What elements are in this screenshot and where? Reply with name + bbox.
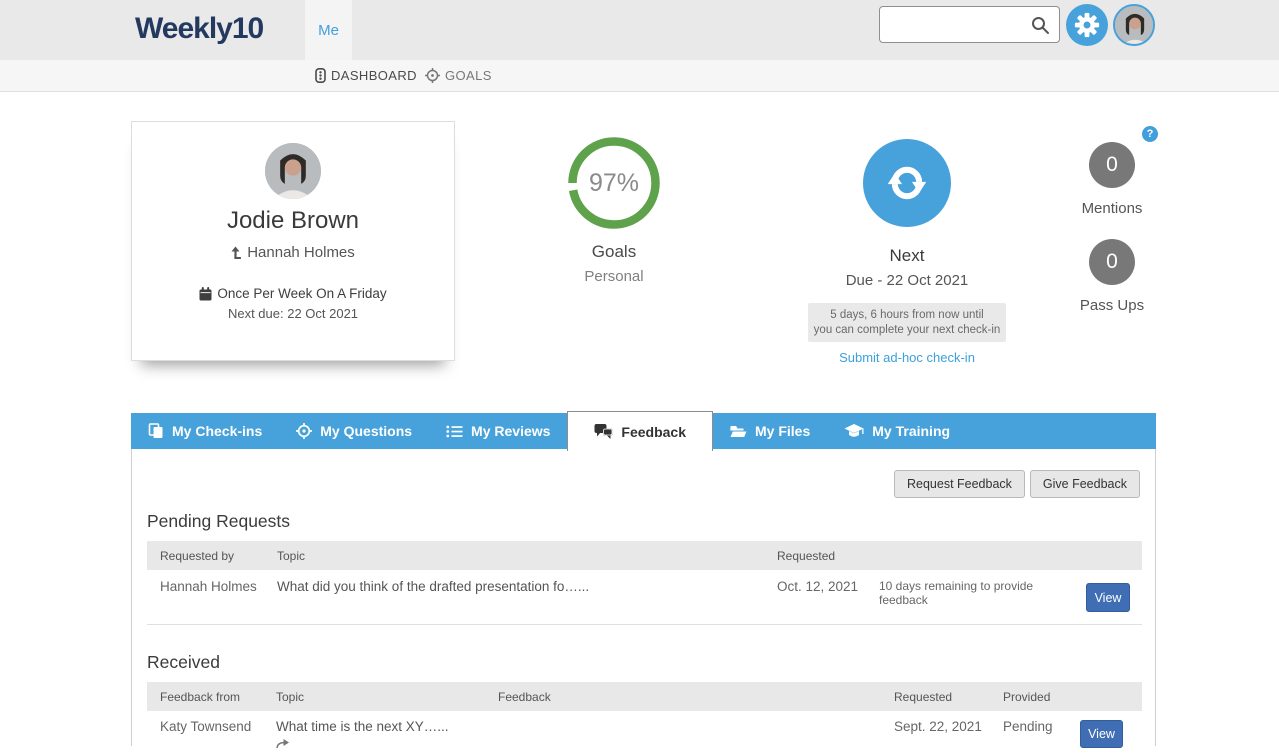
- nav-dashboard-tab[interactable]: DASHBOARD: [315, 60, 417, 91]
- view-button[interactable]: View: [1080, 720, 1123, 748]
- table-row: Hannah Holmes What did you think of the …: [147, 570, 1142, 625]
- passups-counter[interactable]: 0: [1089, 239, 1135, 285]
- tab-my-questions[interactable]: My Questions: [279, 413, 429, 449]
- weekly10-logo: Weekly10: [135, 12, 263, 46]
- help-icon: ?: [1147, 128, 1154, 140]
- tab-label: My Reviews: [471, 423, 550, 439]
- calendar-icon: [199, 287, 212, 301]
- profile-schedule-row: Once Per Week On A Friday: [199, 286, 386, 301]
- search-icon[interactable]: [1030, 15, 1050, 35]
- sync-icon: [885, 161, 929, 205]
- cell-provided-status: Pending: [990, 719, 1067, 753]
- questions-target-icon: [296, 423, 312, 439]
- col-provided: Provided: [990, 690, 1067, 704]
- cell-feedback: [485, 719, 881, 753]
- col-requested-by: Requested by: [147, 549, 264, 563]
- feedback-actions: Request Feedback Give Feedback: [894, 470, 1140, 498]
- secondary-nav: DASHBOARD GOALS ?: [0, 60, 1279, 92]
- training-gradcap-icon: [844, 423, 864, 439]
- col-topic: Topic: [264, 549, 764, 563]
- tab-label: My Questions: [320, 423, 412, 439]
- feedback-tabbar: My Check-ins My Questions My Reviews Fee…: [131, 413, 1156, 449]
- tab-my-checkins[interactable]: My Check-ins: [131, 413, 279, 449]
- next-checkin-button[interactable]: [863, 139, 951, 227]
- received-table-header: Feedback from Topic Feedback Requested P…: [147, 682, 1142, 711]
- global-search: [879, 6, 1060, 43]
- cell-remaining: 10 days remaining to provide feedback: [866, 579, 1074, 612]
- reviews-list-icon: [446, 424, 463, 439]
- manager-name: Hannah Holmes: [247, 244, 355, 261]
- pending-requests-title: Pending Requests: [147, 511, 290, 532]
- goals-percent: 97%: [566, 135, 662, 231]
- search-input[interactable]: [888, 9, 1028, 40]
- nav-goals-tab[interactable]: GOALS: [425, 60, 492, 91]
- user-avatar[interactable]: [1113, 4, 1155, 46]
- notice-line-2: you can complete your next check-in: [808, 323, 1006, 338]
- tab-label: Feedback: [621, 424, 686, 440]
- submit-adhoc-link[interactable]: Submit ad-hoc check-in: [807, 350, 1007, 365]
- tab-label: My Check-ins: [172, 423, 262, 439]
- goals-label: GOALS: [445, 68, 492, 83]
- level-up-icon: [231, 246, 242, 260]
- received-title: Received: [147, 652, 220, 673]
- goals-target-icon: [425, 68, 440, 83]
- next-title: Next: [837, 246, 977, 266]
- col-feedback: Feedback: [485, 690, 881, 704]
- dashboard-label: DASHBOARD: [331, 68, 417, 83]
- feedback-panel: Request Feedback Give Feedback Pending R…: [131, 449, 1156, 746]
- profile-avatar: [265, 143, 321, 199]
- passups-count: 0: [1106, 250, 1118, 274]
- dashboard-icon: [315, 68, 326, 83]
- tab-my-files[interactable]: My Files: [713, 413, 827, 449]
- passups-label: Pass Ups: [1042, 297, 1182, 314]
- topic-text: What time is the next XY…...: [276, 719, 449, 734]
- profile-next-due: Next due: 22 Oct 2021: [228, 306, 358, 321]
- feedback-chat-icon: [594, 423, 613, 440]
- view-button[interactable]: View: [1086, 583, 1130, 612]
- next-due-date: Due - 22 Oct 2021: [807, 272, 1007, 289]
- pending-table-header: Requested by Topic Requested: [147, 541, 1142, 570]
- goals-subtitle[interactable]: Personal: [544, 268, 684, 285]
- nav-me-tab[interactable]: Me: [305, 0, 352, 60]
- cell-topic: What time is the next XY…...: [263, 719, 485, 753]
- checkins-icon: [148, 423, 164, 439]
- settings-button[interactable]: [1066, 4, 1108, 46]
- table-row: Katy Townsend What time is the next XY….…: [147, 711, 1142, 753]
- help-button[interactable]: ?: [1142, 126, 1158, 142]
- top-header: Weekly10 Me: [0, 0, 1279, 60]
- next-notice-box: 5 days, 6 hours from now until you can c…: [808, 303, 1006, 342]
- me-tab-label: Me: [318, 22, 339, 39]
- cell-feedback-from: Katy Townsend: [147, 719, 263, 753]
- col-requested: Requested: [881, 690, 990, 704]
- col-topic: Topic: [263, 690, 485, 704]
- pending-requests-table: Requested by Topic Requested Hannah Holm…: [147, 541, 1142, 625]
- avatar-photo: [1115, 6, 1155, 46]
- tab-label: My Files: [755, 423, 810, 439]
- cell-topic: What did you think of the drafted presen…: [264, 579, 764, 612]
- profile-photo: [265, 143, 321, 199]
- gear-icon: [1074, 12, 1100, 38]
- profile-card: Jodie Brown Hannah Holmes Once Per Week …: [131, 121, 455, 361]
- received-table: Feedback from Topic Feedback Requested P…: [147, 682, 1142, 753]
- notice-line-1: 5 days, 6 hours from now until: [808, 308, 1006, 323]
- profile-manager-row: Hannah Holmes: [231, 244, 355, 261]
- tab-my-reviews[interactable]: My Reviews: [429, 413, 567, 449]
- col-feedback-from: Feedback from: [147, 690, 263, 704]
- tab-feedback[interactable]: Feedback: [567, 411, 713, 451]
- mentions-count: 0: [1106, 153, 1118, 177]
- request-feedback-button[interactable]: Request Feedback: [894, 470, 1025, 498]
- give-feedback-button[interactable]: Give Feedback: [1030, 470, 1140, 498]
- cell-requested-date: Sept. 22, 2021: [881, 719, 990, 753]
- goals-title: Goals: [544, 242, 684, 262]
- tab-label: My Training: [872, 423, 950, 439]
- schedule-text: Once Per Week On A Friday: [217, 286, 386, 301]
- cell-requested-by: Hannah Holmes: [147, 579, 264, 612]
- files-folder-icon: [730, 424, 747, 438]
- tab-my-training[interactable]: My Training: [827, 413, 967, 449]
- col-requested: Requested: [764, 549, 866, 563]
- mentions-counter[interactable]: 0: [1089, 142, 1135, 188]
- cell-requested-date: Oct. 12, 2021: [764, 579, 866, 612]
- mentions-label: Mentions: [1042, 200, 1182, 217]
- profile-name: Jodie Brown: [227, 207, 359, 235]
